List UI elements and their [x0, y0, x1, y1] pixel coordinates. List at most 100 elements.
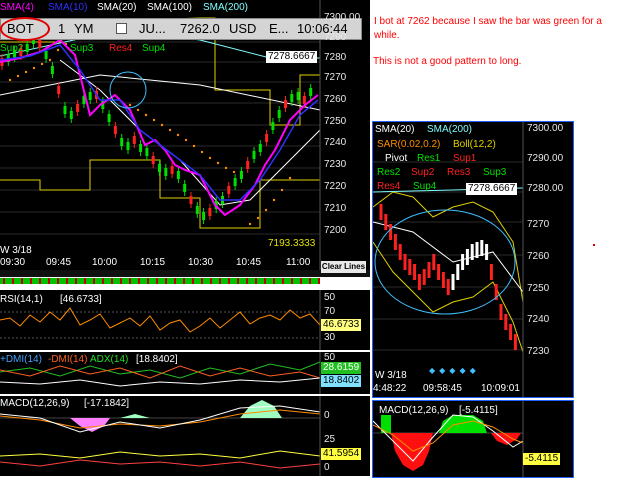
candle-body — [113, 126, 117, 134]
price-tag-top: 7278.6667 — [266, 51, 318, 63]
dmi-tag-2: 18.8402 — [321, 375, 362, 387]
candle-body — [265, 134, 269, 142]
rsi-label: RSI(14,1) — [0, 294, 43, 305]
note-line-1: I bot at 7262 because I saw the bar was … — [374, 16, 602, 41]
side-legend-res4: Res4 — [377, 181, 401, 192]
side-y-tick: 7260 — [527, 251, 550, 262]
side-macd-panel[interactable]: MACD(12,26,9) [-5.4115] -5.4115 — [372, 400, 574, 478]
rsi-tick-70: 70 — [324, 306, 336, 317]
clear-lines-button[interactable]: Clear Lines — [321, 261, 366, 273]
side-y-tick: 7270 — [527, 219, 550, 230]
candle-body — [284, 100, 287, 108]
side-candle — [379, 204, 383, 220]
main-price-chart[interactable]: SMA(4) SMA(10) SMA(20) SMA(100) SMA(200)… — [0, 0, 370, 277]
macd-hist-positive — [240, 400, 282, 418]
side-legend-sup1: Sup1 — [453, 153, 477, 164]
y-tick: 7290 — [324, 32, 347, 43]
y-tick: 7300.00 — [324, 12, 361, 23]
side-candle — [489, 264, 493, 280]
side-candle — [513, 334, 517, 350]
side-candle — [408, 259, 412, 275]
side-legend-sma200: SMA(200) — [427, 124, 473, 135]
candle-body — [176, 171, 180, 179]
side-candle — [398, 244, 402, 260]
candle-body — [50, 66, 54, 74]
macd-tag: 41.5954 — [321, 448, 362, 460]
side-candle — [393, 234, 397, 250]
dmi-value: [18.8402] — [136, 354, 178, 365]
price[interactable]: 7262.0 — [180, 21, 220, 36]
legend-sma20: SMA(20) — [97, 2, 137, 13]
dmi-tag-1: 28.6159 — [321, 362, 362, 374]
side-candle — [446, 279, 450, 295]
side-candles — [379, 204, 517, 350]
quantity[interactable]: 1 — [58, 21, 65, 36]
rsi-tick-50: 50 — [324, 292, 336, 303]
sma4-line — [0, 38, 319, 217]
candle-body — [208, 208, 212, 216]
candle-body — [88, 92, 92, 100]
note-line-2: This is not a good pattern to long. — [373, 56, 522, 67]
candle-body — [252, 151, 256, 159]
x-tick: 10:00 — [92, 257, 118, 268]
side-legend-pivot: Pivot — [385, 153, 408, 164]
adx-label: ADX(14) — [90, 354, 129, 365]
candle-body — [202, 212, 206, 220]
candle-body — [44, 51, 48, 59]
price-tag-bottom: 7193.3333 — [268, 238, 316, 249]
side-date-label: W 3/18 — [375, 370, 407, 381]
y-tick: 7280 — [324, 52, 347, 63]
side-legend-boll: Boll(12,2) — [453, 139, 496, 150]
side-macd-tag: -5.4115 — [523, 453, 561, 465]
candle-body — [151, 156, 155, 164]
side-candle — [465, 249, 469, 265]
side-diamonds: ◆◆◆◆◆ — [429, 366, 480, 375]
candle-body — [183, 184, 187, 192]
side-xtick-3: 10:09:01 — [481, 383, 520, 394]
y-tick: 7270 — [324, 72, 347, 83]
candle-body — [296, 92, 300, 100]
macd-tick-0: 0 — [324, 410, 330, 421]
candle-body — [302, 96, 306, 104]
x-axis-bar — [0, 270, 370, 277]
candle-body — [189, 196, 193, 204]
candle-body — [145, 148, 149, 156]
side-legend-sup3: Sup3 — [483, 167, 507, 178]
side-candle — [427, 262, 431, 278]
red-dot — [593, 244, 595, 246]
dmi-panel[interactable]: +DMI(14) -DMI(14) ADX(14) [18.8402] 50 2… — [0, 352, 370, 394]
order-checkbox[interactable] — [116, 23, 127, 34]
side-candle — [389, 224, 393, 240]
side-y-tick: 7230 — [527, 346, 550, 357]
side-xtick-1: 4:48:22 — [373, 383, 407, 394]
candle-body — [126, 142, 130, 150]
plus-dmi-label: +DMI(14) — [0, 354, 42, 365]
pivot-sup3: Sup3 — [70, 43, 94, 54]
y-tick: 7210 — [324, 203, 347, 214]
candle-body — [57, 86, 61, 94]
y-tick: 7200 — [324, 225, 347, 236]
side-candle — [470, 244, 474, 260]
legend-sma4: SMA(4) — [0, 2, 34, 13]
side-price-chart[interactable]: SMA(20) SMA(200) SAR(0.02,0.2) Boll(12,2… — [372, 121, 574, 398]
y-tick: 7240 — [324, 137, 347, 148]
side-highlight-ellipse — [374, 209, 516, 315]
expiry: JU... — [139, 21, 166, 36]
pivot-res4: Res4 — [109, 43, 133, 54]
side-candle — [441, 272, 445, 288]
side-candle — [437, 264, 441, 280]
x-tick: 10:30 — [188, 257, 214, 268]
candle-body — [239, 171, 243, 179]
rsi-panel[interactable]: RSI(14,1) [46.6733] 70 50 30 46.6733 — [0, 290, 370, 350]
y-tick: 7220 — [324, 181, 347, 192]
candle-body — [258, 144, 262, 152]
candle-body — [277, 110, 281, 118]
macd-lower-line — [0, 450, 321, 459]
side-candle — [499, 304, 503, 320]
side-legend-sup4: Sup4 — [413, 181, 437, 192]
side-candle — [461, 254, 465, 270]
macd-panel[interactable]: MACD(12,26,9) [-17.1842] 0 25 0 41.5954 — [0, 396, 370, 476]
side-y-tick: 7290.00 — [527, 153, 564, 164]
candle-body — [25, 44, 29, 52]
candle-body — [271, 122, 275, 130]
